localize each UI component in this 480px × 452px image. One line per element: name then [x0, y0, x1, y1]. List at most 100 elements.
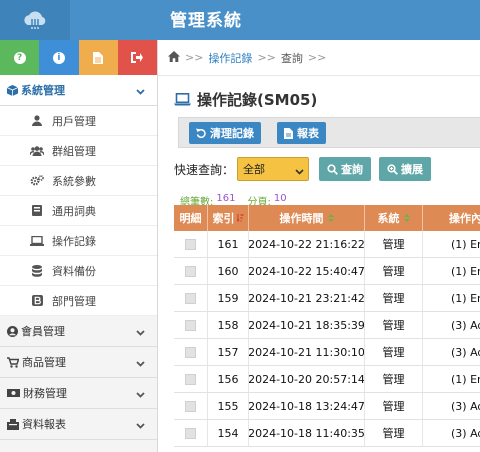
sidebar-item-departments[interactable]: 部門管理 [0, 286, 157, 316]
column-header-time[interactable]: 操作時間 [249, 205, 365, 231]
laptop-icon [30, 235, 44, 246]
chevron-down-icon [136, 357, 145, 370]
checkbox[interactable] [185, 238, 196, 250]
info-icon: i [52, 51, 65, 64]
row-index: 158 [208, 312, 249, 338]
users-icon [30, 145, 44, 156]
checkbox[interactable] [185, 427, 196, 439]
table-row[interactable]: 160 2024-10-22 15:40:47 管理 (1) En [174, 258, 480, 285]
row-detail-checkbox[interactable] [174, 312, 208, 338]
row-detail-checkbox[interactable] [174, 393, 208, 419]
checkbox[interactable] [185, 265, 196, 277]
sidebar-section-members[interactable]: 會員管理 [0, 316, 157, 347]
logout-button[interactable] [117, 40, 157, 75]
help-icon: ? [13, 51, 26, 64]
row-time: 2024-10-22 15:40:47 [249, 258, 365, 284]
sidebar: ? i 系統管理 用戶管理 群組管理 系統參數 通用詞典 操作記錄 資料備份 部… [0, 40, 158, 452]
sidebar-section-label: 系統管理 [21, 84, 65, 97]
sidebar-item-label: 用戶管理 [52, 114, 96, 128]
checkbox[interactable] [185, 400, 196, 412]
column-header-index[interactable]: 索引 [208, 205, 249, 231]
sidebar-item-backup[interactable]: 資料備份 [0, 256, 157, 286]
cube-icon [7, 84, 18, 96]
sidebar-item-dictionary[interactable]: 通用詞典 [0, 196, 157, 226]
table-row[interactable]: 156 2024-10-20 20:57:14 管理 (1) En [174, 366, 480, 393]
search-icon [327, 163, 338, 175]
row-content: (3) Ad [423, 339, 480, 365]
report-button[interactable]: 報表 [277, 122, 326, 144]
column-header-label: 索引 [212, 212, 235, 225]
row-content: (1) En [423, 366, 480, 392]
row-content: (1) En [423, 258, 480, 284]
checkbox[interactable] [185, 346, 196, 358]
app-title: 管理系統 [170, 11, 242, 31]
sidebar-section-label: 資料報表 [22, 418, 66, 431]
row-index: 155 [208, 393, 249, 419]
sidebar-section-label: 會員管理 [21, 325, 65, 338]
table-row[interactable]: 161 2024-10-22 21:16:22 管理 (1) En [174, 231, 480, 258]
row-system: 管理 [365, 258, 423, 284]
table-row[interactable]: 158 2024-10-21 18:35:39 管理 (3) Ad [174, 312, 480, 339]
row-detail-checkbox[interactable] [174, 366, 208, 392]
row-content: (3) Ad [423, 393, 480, 419]
clear-log-label: 清理記錄 [210, 127, 254, 140]
table-row[interactable]: 159 2024-10-21 23:21:42 管理 (1) En [174, 285, 480, 312]
quick-search-select[interactable]: 全部 [237, 157, 310, 181]
file-icon [284, 127, 293, 139]
checkbox[interactable] [185, 373, 196, 385]
table-row[interactable]: 157 2024-10-21 11:30:10 管理 (3) Ad [174, 339, 480, 366]
sidebar-item-operation-log[interactable]: 操作記錄 [0, 226, 157, 256]
toolbar: 清理記錄 報表 [178, 117, 480, 148]
sidebar-section-finance[interactable]: 財務管理 [0, 378, 157, 409]
row-detail-checkbox[interactable] [174, 339, 208, 365]
search-label: 快速查詢： [174, 162, 235, 177]
sidebar-item-users[interactable]: 用戶管理 [0, 106, 157, 136]
row-content: (3) Ad [423, 312, 480, 338]
row-index: 154 [208, 420, 249, 446]
document-button[interactable] [78, 40, 118, 75]
table-header: 明細 索引 操作時間 系統 操作內容 [174, 205, 480, 231]
logo[interactable] [0, 0, 70, 40]
row-detail-checkbox[interactable] [174, 231, 208, 257]
clear-log-button[interactable]: 清理記錄 [189, 122, 261, 144]
sidebar-item-params[interactable]: 系統參數 [0, 166, 157, 196]
breadcrumb-separator: >> [185, 51, 204, 64]
sidebar-section-system[interactable]: 系統管理 [0, 75, 157, 106]
table-row[interactable]: 154 2024-10-18 11:40:35 管理 (3) Ad [174, 420, 480, 447]
sidebar-item-label: 群組管理 [52, 144, 96, 158]
chevron-down-icon [136, 419, 145, 432]
row-time: 2024-10-22 21:16:22 [249, 231, 365, 257]
sidebar-item-label: 資料備份 [52, 264, 96, 278]
row-index: 160 [208, 258, 249, 284]
home-icon[interactable] [168, 50, 180, 65]
sidebar-item-groups[interactable]: 群組管理 [0, 136, 157, 166]
table-row[interactable]: 155 2024-10-18 13:24:47 管理 (3) Ad [174, 393, 480, 420]
column-header-system[interactable]: 系統 [365, 205, 423, 231]
sort-desc-icon [236, 213, 244, 223]
sidebar-section-label: 財務管理 [23, 387, 67, 400]
undo-icon [196, 128, 206, 138]
checkbox[interactable] [185, 292, 196, 304]
breadcrumb-link-operation-log[interactable]: 操作記錄 [208, 50, 252, 66]
document-icon [93, 51, 104, 64]
row-time: 2024-10-20 20:57:14 [249, 366, 365, 392]
sidebar-item-label: 操作記錄 [52, 234, 96, 248]
chevron-down-icon [136, 85, 145, 98]
row-detail-checkbox[interactable] [174, 420, 208, 446]
row-content: (1) En [423, 285, 480, 311]
column-header-detail[interactable]: 明細 [174, 205, 208, 231]
column-header-content[interactable]: 操作內容 [423, 205, 480, 231]
row-detail-checkbox[interactable] [174, 285, 208, 311]
query-button[interactable]: 查詢 [319, 157, 372, 181]
money-icon [7, 389, 20, 397]
row-detail-checkbox[interactable] [174, 258, 208, 284]
building-icon [30, 295, 44, 306]
row-index: 159 [208, 285, 249, 311]
checkbox[interactable] [185, 319, 196, 331]
info-button[interactable]: i [39, 40, 79, 75]
quick-search-value: 全部 [243, 163, 266, 176]
sidebar-section-products[interactable]: 商品管理 [0, 347, 157, 378]
help-button[interactable]: ? [0, 40, 40, 75]
sidebar-section-reports[interactable]: 資料報表 [0, 409, 157, 440]
expand-button[interactable]: 擴展 [379, 157, 432, 181]
